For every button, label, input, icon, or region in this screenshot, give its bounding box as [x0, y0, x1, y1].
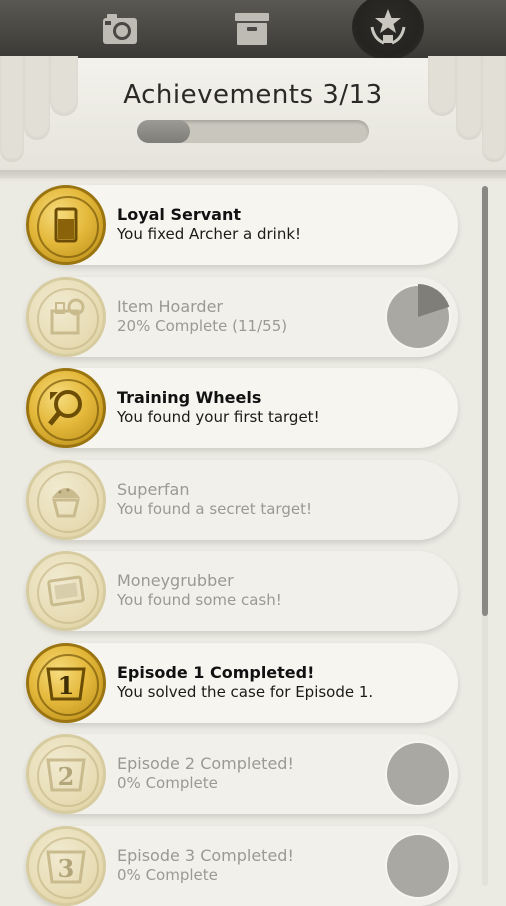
achievement-progress-fill — [137, 120, 191, 143]
achievement-text: Loyal Servant You fixed Archer a drink! — [117, 205, 378, 244]
achievement-medal — [26, 368, 106, 448]
achievement-title: Item Hoarder — [117, 296, 224, 316]
achievement-description: 0% Complete — [117, 865, 218, 884]
episode-2-icon: 2 — [46, 758, 86, 792]
svg-text:1: 1 — [58, 671, 75, 700]
camera-icon — [103, 14, 137, 44]
achievement-medal: 2 — [26, 734, 106, 814]
achievement-item[interactable]: Item Hoarder 20% Complete (11/55) — [26, 276, 458, 357]
header-shadow — [0, 170, 506, 182]
achievement-text: Episode 1 Completed! You solved the case … — [117, 663, 378, 702]
achievement-description: You found your first target! — [117, 408, 320, 426]
achievement-medal — [26, 459, 106, 540]
achievements-header — [0, 56, 506, 178]
achievement-text: Training Wheels You found your first targ… — [117, 388, 378, 427]
achievement-item[interactable]: Moneygrubber You found some cash! — [26, 551, 458, 631]
achievement-item[interactable]: Loyal Servant You fixed Archer a drink! — [26, 185, 458, 265]
achievement-item[interactable]: 2 Episode 2 Completed! 0% Complete — [26, 734, 458, 814]
achievement-text: Episode 3 Completed! 0% Complete — [117, 846, 378, 885]
achievement-progress-bar — [137, 120, 369, 143]
achievement-item[interactable]: Training Wheels You found your first targ… — [26, 368, 458, 448]
tab-camera[interactable] — [90, 0, 150, 58]
cash-icon — [47, 575, 85, 607]
episode-3-icon: 3 — [46, 850, 86, 883]
progress-pie — [385, 741, 451, 807]
box-icon — [235, 13, 269, 45]
achievement-medal — [26, 276, 106, 357]
top-tab-bar — [0, 0, 506, 60]
achievement-medal — [26, 551, 106, 631]
progress-pie — [385, 283, 451, 350]
achievement-description: 0% Complete — [117, 774, 218, 792]
achievement-description: You solved the case for Episode 1. — [117, 682, 374, 701]
achievement-title: Episode 2 Completed! — [117, 754, 294, 773]
tab-achievements[interactable] — [352, 0, 424, 60]
achievement-title: Moneygrubber — [117, 571, 234, 590]
achievement-title: Episode 3 Completed! — [117, 845, 294, 865]
scrollbar-thumb[interactable] — [482, 186, 488, 616]
achievement-text: Moneygrubber You found some cash! — [117, 571, 378, 610]
progress-pie — [385, 832, 451, 899]
achievement-description: You fixed Archer a drink! — [117, 225, 302, 243]
achievement-description: You found a secret target! — [117, 499, 312, 518]
muffin-icon — [52, 487, 80, 517]
achievement-medal: 1 — [26, 642, 106, 723]
achievement-medal: 3 — [26, 825, 106, 906]
achievement-description: 20% Complete (11/55) — [117, 316, 288, 335]
tab-box[interactable] — [222, 0, 282, 58]
achievement-text: Episode 2 Completed! 0% Complete — [117, 754, 378, 793]
svg-text:3: 3 — [58, 854, 75, 883]
page-title: Achievements 3/13 — [123, 80, 383, 110]
trophy-star-icon — [370, 9, 406, 45]
achievement-title: Loyal Servant — [117, 205, 241, 224]
svg-text:2: 2 — [58, 762, 75, 791]
achievement-item[interactable]: Superfan You found a secret target! — [26, 459, 458, 540]
achievement-description: You found some cash! — [117, 591, 282, 609]
achievement-text: Item Hoarder 20% Complete (11/55) — [117, 297, 378, 336]
achievements-list[interactable]: Loyal Servant You fixed Archer a drink! It… — [0, 185, 506, 906]
episode-1-icon: 1 — [46, 667, 86, 700]
drink-glass-icon — [54, 207, 78, 243]
box-items-icon — [50, 298, 85, 334]
achievement-item[interactable]: 3 Episode 3 Completed! 0% Complete — [26, 825, 458, 906]
achievement-medal — [26, 185, 106, 265]
magnifier-icon — [48, 390, 82, 426]
achievement-title: Episode 1 Completed! — [117, 662, 315, 682]
achievement-title: Training Wheels — [117, 388, 262, 407]
achievement-text: Superfan You found a secret target! — [117, 480, 378, 519]
achievement-item[interactable]: 1 Episode 1 Completed! You solved the case… — [26, 642, 458, 723]
achievement-title: Superfan — [117, 479, 190, 499]
